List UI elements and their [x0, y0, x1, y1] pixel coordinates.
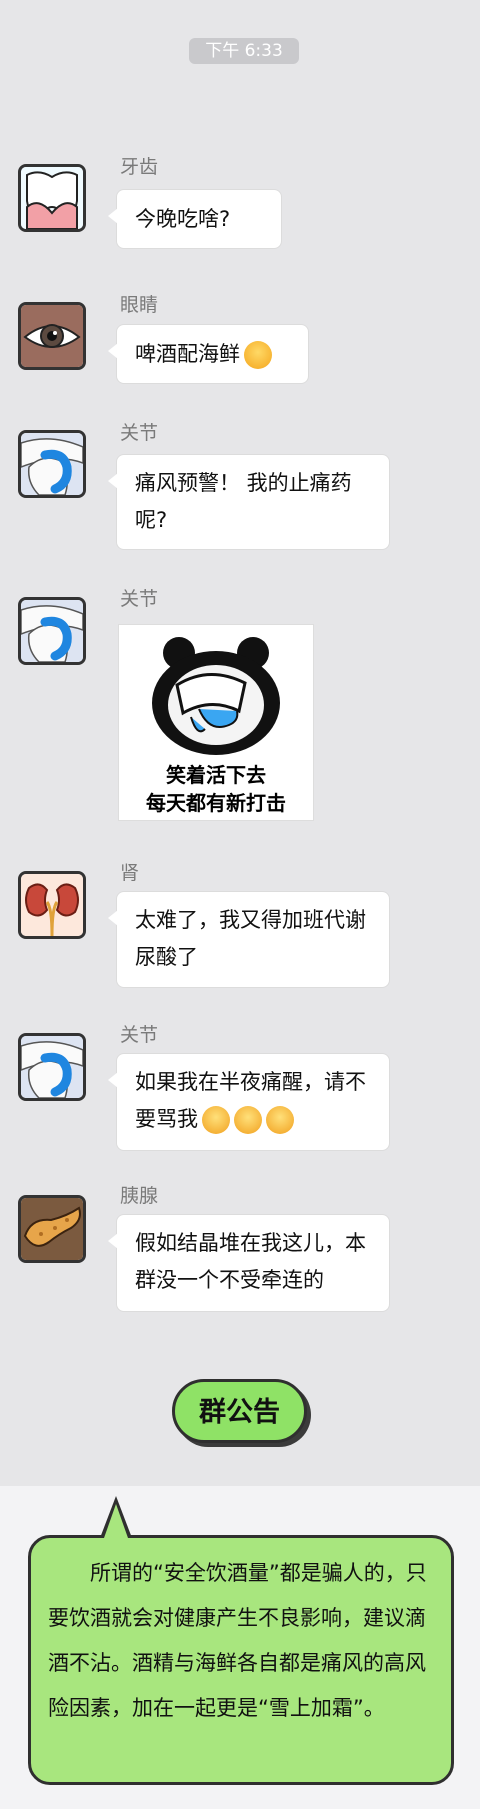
message-bubble[interactable]: 今晚吃啥?: [108, 190, 281, 248]
sender-name: 关节: [120, 1024, 159, 1046]
crying-emoji-icon: [266, 1106, 294, 1134]
message-text-line: 要骂我: [135, 1107, 198, 1131]
message-bubble[interactable]: 假如结晶堆在我这儿，本 群没一个不受牵连的: [108, 1215, 389, 1311]
sender-name: 关节: [120, 588, 159, 610]
message-bubble[interactable]: 痛风预警！ 我的止痛药 呢?: [108, 455, 389, 549]
message-text-line: 群没一个不受牵连的: [135, 1268, 324, 1292]
panda-meme-sticker[interactable]: 笑着活下去 每天都有新打击: [119, 625, 313, 820]
joint-avatar-icon[interactable]: [18, 1033, 86, 1101]
timestamp: 下午 6:33: [189, 38, 299, 64]
eye-avatar-icon[interactable]: [18, 302, 86, 370]
message-text-line: 呢?: [135, 508, 168, 532]
tooth-avatar-icon[interactable]: [18, 164, 86, 232]
message-bubble[interactable]: 如果我在半夜痛醒，请不 要骂我: [108, 1054, 389, 1150]
crying-emoji-icon: [234, 1106, 262, 1134]
message-text: 啤酒配海鲜: [135, 342, 240, 366]
sender-name: 眼睛: [120, 294, 159, 316]
group-announcement-button[interactable]: 群公告: [172, 1379, 307, 1443]
smile-emoji-icon: [244, 341, 272, 369]
message-text-line: 如果我在半夜痛醒，请不: [135, 1070, 366, 1094]
panda-face-icon: [152, 637, 280, 755]
message-bubble[interactable]: 啤酒配海鲜: [108, 325, 308, 383]
sender-name: 胰腺: [120, 1185, 159, 1207]
message-text-line: 假如结晶堆在我这儿，本: [135, 1231, 366, 1255]
message-bubble[interactable]: 太难了，我又得加班代谢 尿酸了: [108, 892, 389, 987]
sender-name: 关节: [120, 422, 159, 444]
announcement-text: 所谓的“安全饮酒量”都是骗人的，只要饮酒就会对健康产生不良影响，建议滴酒不沾。酒…: [48, 1561, 427, 1720]
kidney-avatar-icon[interactable]: [18, 871, 86, 939]
message-text-line: 痛风预警！ 我的止痛药: [135, 471, 352, 495]
message-text-line: 尿酸了: [135, 945, 198, 969]
message-text-line: 太难了，我又得加班代谢: [135, 908, 366, 932]
sticker-caption-line: 每天都有新打击: [146, 791, 286, 815]
pancreas-avatar-icon[interactable]: [18, 1195, 86, 1263]
crying-emoji-icon: [202, 1106, 230, 1134]
speech-tail-inner: [104, 1504, 128, 1538]
sender-name: 肾: [120, 862, 140, 884]
message-text: 今晚吃啥?: [135, 207, 231, 231]
joint-avatar-icon[interactable]: [18, 430, 86, 498]
joint-avatar-icon[interactable]: [18, 597, 86, 665]
sender-name: 牙齿: [120, 156, 159, 178]
sticker-caption-line: 笑着活下去: [166, 763, 266, 787]
